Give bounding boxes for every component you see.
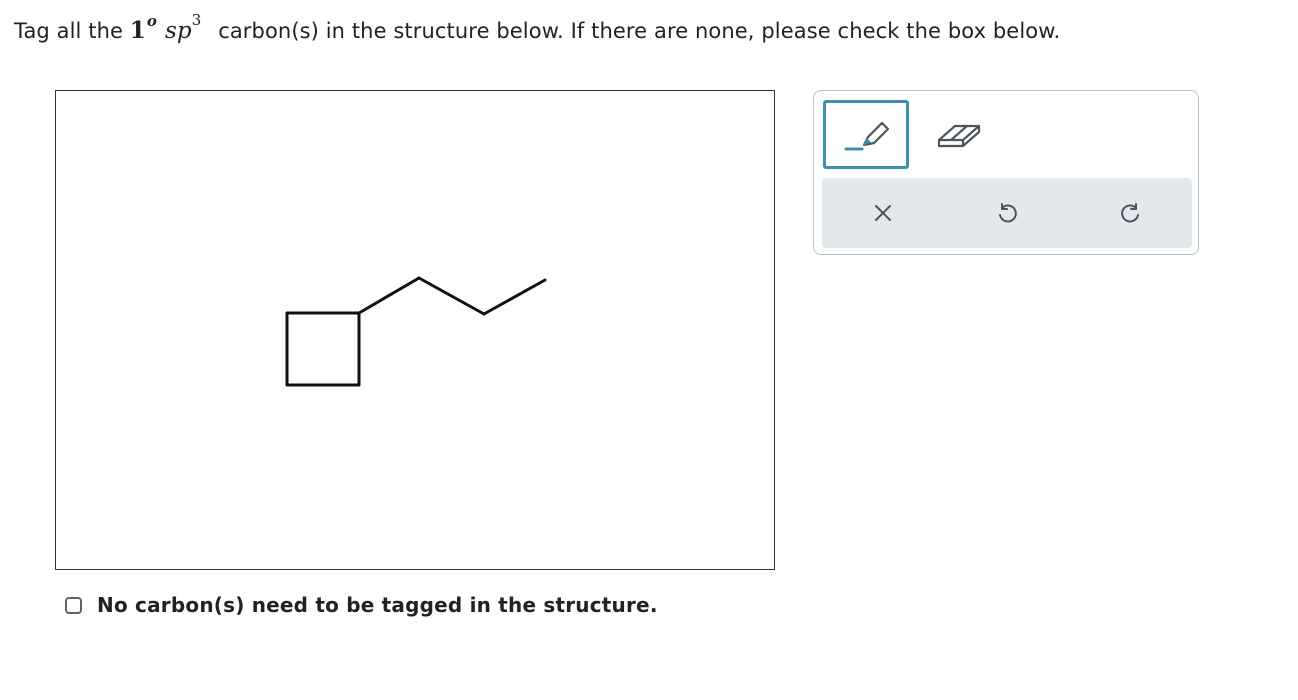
question-suffix: carbon(s) in the structure below. If the… (218, 19, 1061, 43)
bond-ring-to-c1[interactable] (357, 276, 421, 315)
clear-button[interactable] (858, 188, 908, 238)
degree-number: 1 (129, 17, 146, 44)
hybridization-notation: sp (165, 18, 192, 44)
undo-button[interactable] (982, 188, 1032, 238)
cyclobutane-ring[interactable] (285, 311, 361, 387)
action-bar (822, 178, 1192, 248)
question-prompt: Tag all the 1o sp3 carbon(s) in the struc… (14, 11, 1061, 50)
close-icon (875, 205, 891, 221)
undo-icon (999, 203, 1017, 223)
degree-notation: 1o sp3 (129, 11, 212, 44)
bond-c2-to-c3[interactable] (482, 278, 547, 316)
degree-superscript: o (146, 12, 158, 30)
no-carbons-checkbox[interactable] (65, 596, 82, 614)
pencil-tool-button[interactable] (823, 100, 909, 169)
eraser-tool-button[interactable] (929, 109, 989, 159)
redo-icon (1121, 203, 1139, 223)
no-carbons-label[interactable]: No carbon(s) need to be tagged in the st… (97, 593, 658, 617)
molecule-structure (285, 276, 547, 387)
drawing-toolbar (813, 90, 1199, 255)
bond-c1-to-c2[interactable] (417, 276, 486, 316)
structure-canvas[interactable] (55, 90, 775, 570)
eraser-icon (937, 124, 981, 148)
pencil-icon (844, 121, 890, 150)
redo-button[interactable] (1106, 188, 1156, 238)
question-prefix: Tag all the (14, 19, 124, 43)
hybridization-superscript: 3 (191, 11, 202, 29)
no-carbons-option: No carbon(s) need to be tagged in the st… (65, 593, 658, 617)
